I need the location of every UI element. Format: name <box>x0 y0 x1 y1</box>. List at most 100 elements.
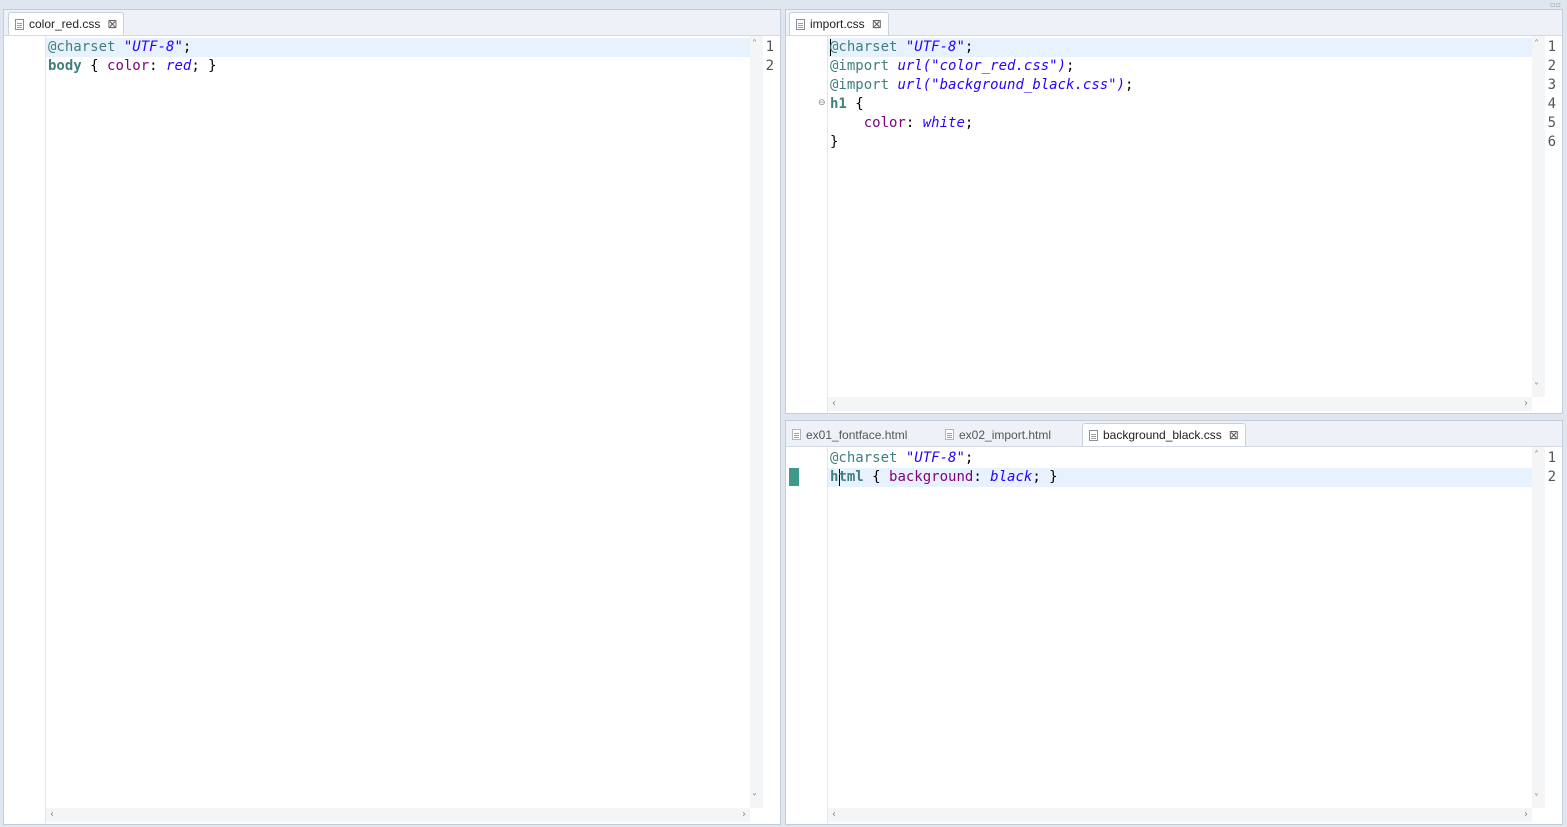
scroll-right-icon[interactable]: › <box>1524 399 1528 409</box>
code-line: @import url("background_black.css"); <box>830 76 1133 95</box>
code-token: : <box>905 115 923 131</box>
code-token: @import <box>830 58 890 74</box>
scroll-up-icon[interactable]: ˄ <box>1534 451 1539 461</box>
bottom-right-tab-bar: ex01_fontface.html ex02_import.html back… <box>786 421 1562 447</box>
code-token: @charset <box>48 39 116 55</box>
code-token: red <box>166 58 192 74</box>
code-token: url("background_black.css") <box>897 77 1126 93</box>
code-line: @charset "UTF-8"; <box>830 449 973 468</box>
tab-label: ex02_import.html <box>959 427 1052 442</box>
scroll-right-icon[interactable]: › <box>742 810 746 820</box>
left-tab-bar: color_red.css ⊠ <box>4 10 780 36</box>
code-line: @charset "UTF-8"; <box>830 38 973 57</box>
tab-background-black-css[interactable]: background_black.css ⊠ <box>1082 423 1246 446</box>
code-line: html { background: black; } <box>830 468 1058 487</box>
css-file-icon <box>1089 429 1098 441</box>
code-token: h1 <box>830 96 847 112</box>
code-line: body { color: red; } <box>48 57 217 76</box>
code-token: "UTF-8" <box>905 39 965 55</box>
scroll-left-icon[interactable]: ‹ <box>50 810 54 820</box>
scroll-down-icon[interactable]: ˅ <box>1534 383 1539 393</box>
scroll-right-icon[interactable]: › <box>1524 810 1528 820</box>
code-token: { <box>863 469 890 485</box>
tab-label: color_red.css <box>29 17 101 31</box>
code-token: color <box>107 58 150 74</box>
tab-import-css[interactable]: import.css ⊠ <box>789 12 889 35</box>
code-token: @import <box>830 77 890 93</box>
top-right-editor-pane: import.css ⊠ ⊖ 1 @charset "UTF-8"; 2 @impor… <box>785 9 1563 414</box>
code-token: html <box>830 469 864 485</box>
code-token: ; <box>964 39 974 55</box>
code-token: : <box>149 58 167 74</box>
horizontal-scrollbar[interactable]: ‹ › <box>828 397 1532 411</box>
tab-label: import.css <box>810 17 865 31</box>
html-file-icon <box>945 429 954 440</box>
code-token: ; } <box>191 58 217 74</box>
collapse-icon[interactable]: ⊖ <box>818 98 826 108</box>
code-line: @import url("color_red.css"); <box>830 57 1074 76</box>
code-token: @charset <box>830 450 898 466</box>
code-token: "UTF-8" <box>905 450 965 466</box>
change-marker <box>789 468 799 486</box>
line-number-gutter <box>800 36 828 413</box>
scroll-left-icon[interactable]: ‹ <box>832 399 836 409</box>
scroll-up-icon[interactable]: ˄ <box>752 40 757 50</box>
code-token: ; <box>182 39 192 55</box>
tab-label: background_black.css <box>1103 428 1222 442</box>
code-token: : <box>973 469 991 485</box>
css-file-icon <box>796 18 805 30</box>
code-line: @charset "UTF-8"; <box>48 38 191 57</box>
code-token: @charset <box>830 39 898 55</box>
code-token: color <box>863 115 906 131</box>
code-token: white <box>922 115 965 131</box>
code-line: } <box>830 133 838 152</box>
horizontal-scrollbar[interactable]: ‹ › <box>828 808 1532 822</box>
line-number-gutter <box>18 36 46 824</box>
code-line: h1 { <box>830 95 864 114</box>
code-token: ; <box>1066 58 1075 74</box>
code-token: url("color_red.css") <box>897 58 1067 74</box>
code-token: { <box>846 96 864 112</box>
bottom-right-code-editor[interactable]: 1 @charset "UTF-8"; 2 html { background: bl… <box>786 447 1562 824</box>
vertical-scrollbar[interactable]: ˄ ˅ <box>750 36 763 808</box>
left-editor-pane: color_red.css ⊠ 1 @charset "UTF-8"; 2 body … <box>3 9 781 825</box>
code-token: } <box>830 134 839 150</box>
top-right-code-editor[interactable]: ⊖ 1 @charset "UTF-8"; 2 @import url("color_… <box>786 36 1562 413</box>
left-code-editor[interactable]: 1 @charset "UTF-8"; 2 body { color: red; } … <box>4 36 780 824</box>
code-token: background <box>889 469 974 485</box>
tab-ex02-import-html[interactable]: ex02_import.html <box>945 423 1051 446</box>
tab-label: ex01_fontface.html <box>806 427 908 442</box>
horizontal-scrollbar[interactable]: ‹ › <box>46 808 750 822</box>
code-token: black <box>990 469 1033 485</box>
window-controls-icon[interactable]: ▫▫ <box>1550 0 1561 9</box>
code-token: ; } <box>1032 469 1058 485</box>
code-token: ; <box>964 450 974 466</box>
code-line: color: white; <box>830 114 974 133</box>
window-top-strip: ▫▫ <box>0 0 1567 9</box>
close-icon[interactable]: ⊠ <box>1229 429 1239 441</box>
code-token: body <box>48 58 82 74</box>
scroll-up-icon[interactable]: ˄ <box>1534 40 1539 50</box>
vertical-scrollbar[interactable]: ˄ ˅ <box>1532 447 1545 808</box>
vertical-scrollbar[interactable]: ˄ ˅ <box>1532 36 1545 397</box>
top-right-tab-bar: import.css ⊠ <box>786 10 1562 36</box>
close-icon[interactable]: ⊠ <box>107 18 117 30</box>
code-token: { <box>81 58 108 74</box>
tab-ex01-fontface-html[interactable]: ex01_fontface.html <box>792 423 907 446</box>
line-number-gutter <box>800 447 828 824</box>
close-icon[interactable]: ⊠ <box>872 18 882 30</box>
css-file-icon <box>15 18 24 30</box>
code-token: ; <box>964 115 974 131</box>
bottom-right-editor-pane: ex01_fontface.html ex02_import.html back… <box>785 420 1563 825</box>
scroll-left-icon[interactable]: ‹ <box>832 810 836 820</box>
tab-color-red-css[interactable]: color_red.css ⊠ <box>8 12 125 35</box>
html-file-icon <box>792 429 801 440</box>
code-token: ; <box>1125 77 1134 93</box>
scroll-down-icon[interactable]: ˅ <box>1534 794 1539 804</box>
code-token: "UTF-8" <box>123 39 183 55</box>
scroll-down-icon[interactable]: ˅ <box>752 794 757 804</box>
